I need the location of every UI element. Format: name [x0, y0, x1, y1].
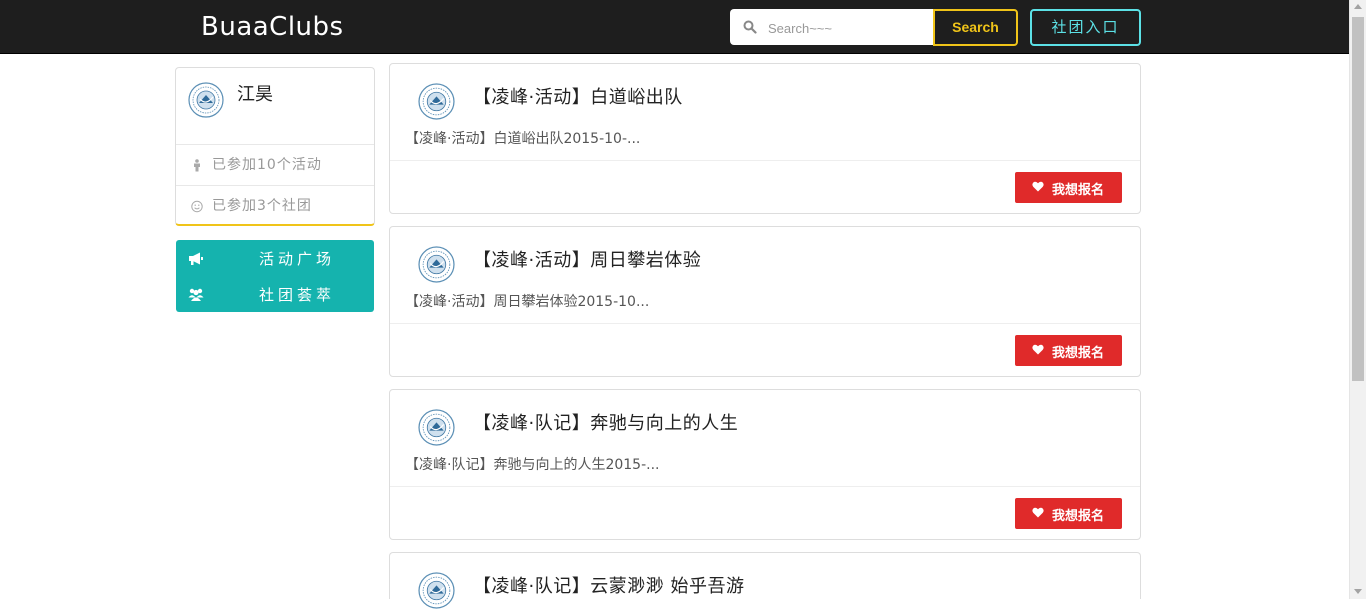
side-menu: 活动广场 社团荟萃 [176, 240, 374, 312]
signup-label: 我想报名 [1052, 183, 1105, 198]
activity-summary: 【凌峰·队记】奔驰与向上的人生2015-... [405, 457, 660, 473]
clubs-joined-row[interactable]: 已参加3个社团 [176, 185, 374, 226]
club-entry-button[interactable]: 社团入口 [1030, 9, 1141, 46]
clubs-joined-text: 已参加3个社团 [212, 198, 312, 214]
group-icon [188, 288, 204, 301]
search-box [730, 9, 934, 47]
signup-label: 我想报名 [1052, 509, 1105, 524]
club-logo-icon [418, 246, 455, 283]
signup-button[interactable]: 我想报名 [1015, 335, 1122, 366]
divider [390, 486, 1140, 487]
activities-joined-text: 已参加10个活动 [212, 157, 322, 173]
activity-title[interactable]: 【凌峰·活动】周日攀岩体验 [473, 246, 701, 272]
activity-card[interactable]: 【凌峰·队记】奔驰与向上的人生 【凌峰·队记】奔驰与向上的人生2015-... … [389, 389, 1141, 540]
signup-button[interactable]: 我想报名 [1015, 498, 1122, 529]
signup-label: 我想报名 [1052, 346, 1105, 361]
menu-item-label: 社团荟萃 [259, 286, 336, 304]
menu-item-club-gallery[interactable]: 社团荟萃 [176, 276, 374, 312]
username: 江昊 [237, 84, 273, 105]
menu-item-activity-square[interactable]: 活动广场 [176, 240, 374, 276]
divider [390, 323, 1140, 324]
search-button[interactable]: Search [933, 9, 1018, 46]
smile-icon [191, 200, 203, 213]
heart-icon [1032, 344, 1044, 355]
activity-card[interactable]: 【凌峰·队记】云蒙渺渺 始乎吾游 [389, 552, 1141, 609]
avatar[interactable] [188, 82, 224, 118]
heart-icon [1032, 181, 1044, 192]
activity-title[interactable]: 【凌峰·队记】奔驰与向上的人生 [473, 409, 738, 435]
heart-icon [1032, 507, 1044, 518]
scroll-up-arrow-icon[interactable] [1354, 4, 1362, 9]
signup-button[interactable]: 我想报名 [1015, 172, 1122, 203]
search-input[interactable] [766, 9, 930, 47]
divider [390, 160, 1140, 161]
activity-title[interactable]: 【凌峰·活动】白道峪出队 [473, 83, 683, 109]
activity-summary: 【凌峰·活动】白道峪出队2015-10-... [405, 131, 641, 147]
scroll-down-arrow-icon[interactable] [1354, 589, 1362, 594]
person-icon [194, 159, 200, 172]
top-navbar: BuaaClubs Search 社团入口 [0, 0, 1349, 54]
activity-card[interactable]: 【凌峰·活动】白道峪出队 【凌峰·活动】白道峪出队2015-10-... 我想报… [389, 63, 1141, 214]
user-profile-card: 江昊 已参加10个活动 已参加3个社团 [175, 67, 375, 226]
menu-item-label: 活动广场 [259, 250, 336, 268]
club-logo-icon [418, 409, 455, 446]
activity-summary: 【凌峰·活动】周日攀岩体验2015-10... [405, 294, 650, 310]
page-scrollbar[interactable] [1349, 0, 1366, 599]
brand-logo[interactable]: BuaaClubs [201, 12, 344, 42]
scrollbar-thumb[interactable] [1352, 17, 1364, 381]
activity-card[interactable]: 【凌峰·活动】周日攀岩体验 【凌峰·活动】周日攀岩体验2015-10... 我想… [389, 226, 1141, 377]
activity-title[interactable]: 【凌峰·队记】云蒙渺渺 始乎吾游 [473, 572, 744, 598]
club-logo-icon [418, 572, 455, 609]
bullhorn-icon [189, 252, 203, 265]
club-logo-icon [418, 83, 455, 120]
activities-joined-row[interactable]: 已参加10个活动 [176, 144, 374, 185]
search-icon [743, 20, 757, 34]
